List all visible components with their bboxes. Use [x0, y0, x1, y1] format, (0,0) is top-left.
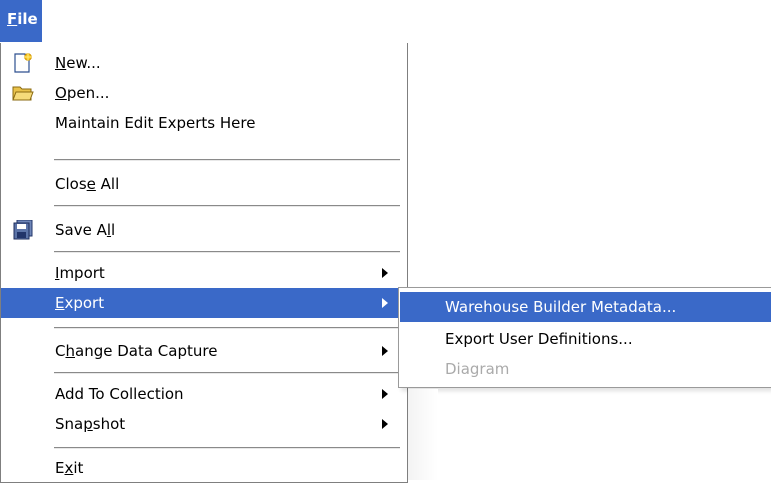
- submenu-arrow-icon: [382, 298, 388, 308]
- file-rest: ile: [17, 10, 38, 28]
- menu-item-open[interactable]: Open...: [1, 78, 407, 108]
- file-mnemonic: F: [7, 10, 18, 28]
- menu-shadow: [408, 389, 438, 480]
- new-file-icon: [12, 53, 34, 73]
- menu-item-maintain-edit-experts[interactable]: Maintain Edit Experts Here: [1, 108, 407, 138]
- submenu-item-diagram: Diagram: [445, 360, 510, 378]
- menu-separator: [54, 372, 400, 374]
- menu-item-export[interactable]: Export: [1, 288, 407, 318]
- submenu-item-export-user-definitions[interactable]: Export User Definitions...: [400, 324, 771, 354]
- menu-separator: [54, 205, 400, 207]
- menu-separator: [54, 327, 400, 329]
- menu-item-exit[interactable]: Exit: [1, 453, 407, 483]
- file-menu-title[interactable]: File: [0, 0, 42, 42]
- menu-item-close-all[interactable]: Close All: [1, 169, 407, 199]
- menu-separator: [54, 447, 400, 449]
- submenu-arrow-icon: [382, 346, 388, 356]
- open-folder-icon: [12, 83, 34, 103]
- submenu-arrow-icon: [382, 389, 388, 399]
- menu-item-snapshot[interactable]: Snapshot: [1, 409, 407, 439]
- menu-item-save-all[interactable]: Save All: [1, 215, 407, 245]
- menu-item-new[interactable]: New...: [1, 48, 407, 78]
- menu-item-add-to-collection[interactable]: Add To Collection: [1, 379, 407, 409]
- menu-separator: [54, 159, 400, 161]
- submenu-item-warehouse-builder-metadata[interactable]: Warehouse Builder Metadata...: [400, 292, 771, 322]
- submenu-arrow-icon: [382, 419, 388, 429]
- menu-item-change-data-capture[interactable]: Change Data Capture: [1, 336, 407, 366]
- submenu-arrow-icon: [382, 268, 388, 278]
- menu-item-import[interactable]: Import: [1, 258, 407, 288]
- file-menu: New... Open... Maintain Edit Experts Her…: [0, 43, 408, 483]
- menu-separator: [54, 251, 400, 253]
- export-submenu: Warehouse Builder Metadata... Export Use…: [398, 287, 771, 388]
- save-all-icon: [12, 219, 34, 240]
